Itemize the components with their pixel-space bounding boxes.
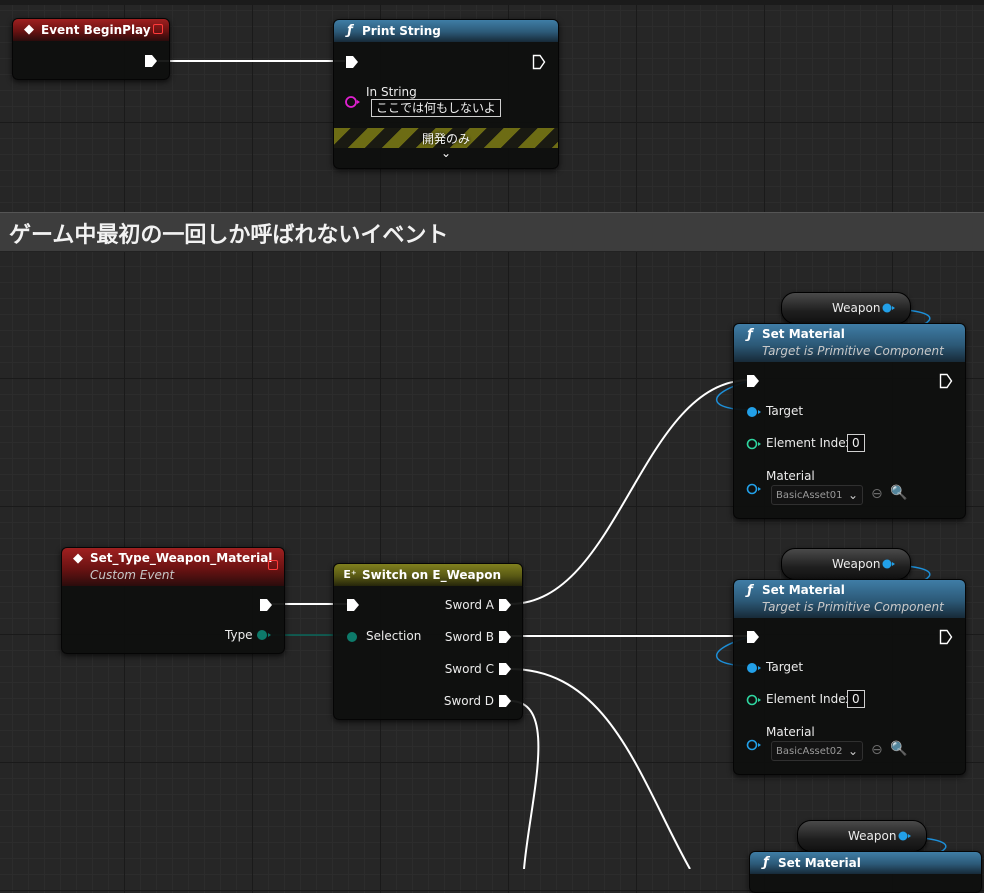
set-material-header: ƒ Set Material Target is Primitive Compo…	[734, 580, 965, 618]
set-material-node-3[interactable]: ƒ Set Material	[749, 851, 982, 893]
element-index-label: Element Index	[766, 692, 853, 706]
exec-out-pin[interactable]	[532, 54, 546, 70]
function-icon: ƒ	[747, 583, 753, 598]
output-sword-a-label: Sword A	[444, 598, 494, 612]
target-label: Target	[766, 660, 804, 674]
set-material-title: Set Material	[762, 583, 845, 597]
set-material-title: Set Material	[778, 856, 861, 870]
material-dropdown[interactable]: BasicAsset01 ⌄	[771, 485, 863, 505]
chevron-down-icon: ⌄	[847, 488, 858, 502]
weapon-variable-node[interactable]: Weapon	[781, 292, 911, 324]
exec-in-pin[interactable]	[746, 630, 760, 644]
enum-pin-icon[interactable]	[256, 629, 272, 641]
object-pin-icon[interactable]	[746, 482, 762, 496]
element-index-input[interactable]: 0	[847, 434, 865, 452]
object-pin-icon[interactable]	[882, 303, 896, 313]
function-icon: ƒ	[763, 855, 769, 870]
custom-event-title: Set_Type_Weapon_Material	[90, 551, 273, 565]
object-pin-icon[interactable]	[746, 738, 762, 752]
selection-label: Selection	[366, 629, 422, 643]
in-string-input[interactable]: ここでは何もしないよ	[371, 99, 501, 117]
exec-out-pin[interactable]	[939, 629, 953, 645]
object-pin-icon[interactable]	[882, 559, 896, 569]
material-dropdown-value: BasicAsset02	[776, 746, 843, 757]
event-beginplay-header: ◆ Event BeginPlay	[13, 19, 169, 41]
output-sword-b-label: Sword B	[444, 630, 494, 644]
target-label: Target	[766, 404, 804, 418]
material-label: Material	[766, 725, 815, 739]
material-dropdown-value: BasicAsset01	[776, 490, 843, 501]
use-selected-asset-icon[interactable]: ⊖	[871, 742, 883, 758]
exec-wire-swordA	[509, 379, 751, 605]
output-sword-d-label: Sword D	[443, 694, 494, 708]
output-sword-c-label: Sword C	[444, 662, 494, 676]
event-diamond-icon: ◆	[24, 22, 34, 37]
exec-out-pin-sword-a[interactable]	[498, 598, 512, 612]
weapon-variable-label: Weapon	[848, 829, 897, 843]
use-selected-asset-icon[interactable]: ⊖	[871, 486, 883, 502]
function-icon: ƒ	[347, 23, 353, 38]
print-string-header: ƒ Print String	[334, 20, 558, 42]
set-material-header: ƒ Set Material	[750, 852, 981, 874]
print-string-title: Print String	[362, 24, 441, 38]
int-pin-icon[interactable]	[746, 693, 762, 707]
function-icon: ƒ	[747, 327, 753, 342]
print-string-node[interactable]: ƒ Print String In String ここでは何もしないよ 開発のみ…	[333, 19, 559, 169]
chevron-down-icon[interactable]: ⌄	[334, 146, 558, 160]
event-diamond-icon: ◆	[73, 551, 83, 566]
exec-out-pin[interactable]	[144, 54, 158, 68]
exec-in-pin[interactable]	[346, 598, 360, 612]
search-icon[interactable]: 🔍	[890, 485, 907, 501]
switch-title: Switch on E_Weapon	[362, 568, 501, 582]
set-material-node-1[interactable]: ƒ Set Material Target is Primitive Compo…	[733, 323, 966, 519]
set-material-subtitle: Target is Primitive Component	[762, 600, 944, 614]
exec-out-pin-sword-c[interactable]	[498, 662, 512, 676]
object-pin-icon[interactable]	[898, 831, 912, 841]
switch-enum-icon: E⁺	[343, 568, 357, 581]
delegate-pin-icon[interactable]	[153, 24, 163, 34]
development-only-label: 開発のみ	[421, 132, 470, 146]
set-material-subtitle: Target is Primitive Component	[762, 344, 944, 358]
string-pin-icon[interactable]	[345, 95, 361, 109]
exec-in-pin[interactable]	[746, 374, 760, 388]
weapon-variable-label: Weapon	[832, 557, 881, 571]
custom-event-subtitle: Custom Event	[90, 568, 175, 582]
object-pin-icon[interactable]	[746, 406, 762, 418]
set-material-header: ƒ Set Material Target is Primitive Compo…	[734, 324, 965, 362]
type-label: Type	[225, 628, 253, 642]
exec-out-pin-sword-b[interactable]	[498, 630, 512, 644]
material-dropdown[interactable]: BasicAsset02 ⌄	[771, 741, 863, 761]
custom-event-header: ◆ Set_Type_Weapon_Material Custom Event	[62, 548, 284, 586]
element-index-input[interactable]: 0	[847, 690, 865, 708]
weapon-variable-node[interactable]: Weapon	[797, 820, 927, 852]
event-beginplay-node[interactable]: ◆ Event BeginPlay	[12, 18, 170, 80]
exec-out-pin[interactable]	[939, 373, 953, 389]
switch-enum-node[interactable]: E⁺ Switch on E_Weapon Selection Sword A …	[333, 563, 523, 720]
switch-header: E⁺ Switch on E_Weapon	[334, 564, 522, 586]
object-pin-icon[interactable]	[746, 662, 762, 674]
set-material-node-2[interactable]: ƒ Set Material Target is Primitive Compo…	[733, 579, 966, 775]
chevron-down-icon: ⌄	[847, 744, 858, 758]
in-string-label: In String	[366, 85, 417, 99]
custom-event-node[interactable]: ◆ Set_Type_Weapon_Material Custom Event …	[61, 547, 285, 654]
set-material-title: Set Material	[762, 327, 845, 341]
exec-wire-swordD	[509, 700, 540, 869]
event-beginplay-title: Event BeginPlay	[41, 23, 151, 37]
enum-pin-icon[interactable]	[346, 631, 360, 643]
exec-out-pin-sword-d[interactable]	[498, 694, 512, 708]
weapon-variable-node[interactable]: Weapon	[781, 548, 911, 580]
search-icon[interactable]: 🔍	[890, 741, 907, 757]
exec-out-pin[interactable]	[259, 598, 273, 612]
int-pin-icon[interactable]	[746, 437, 762, 451]
exec-in-pin[interactable]	[345, 55, 359, 69]
element-index-label: Element Index	[766, 436, 853, 450]
weapon-variable-label: Weapon	[832, 301, 881, 315]
delegate-pin-icon[interactable]	[268, 560, 278, 570]
material-label: Material	[766, 469, 815, 483]
